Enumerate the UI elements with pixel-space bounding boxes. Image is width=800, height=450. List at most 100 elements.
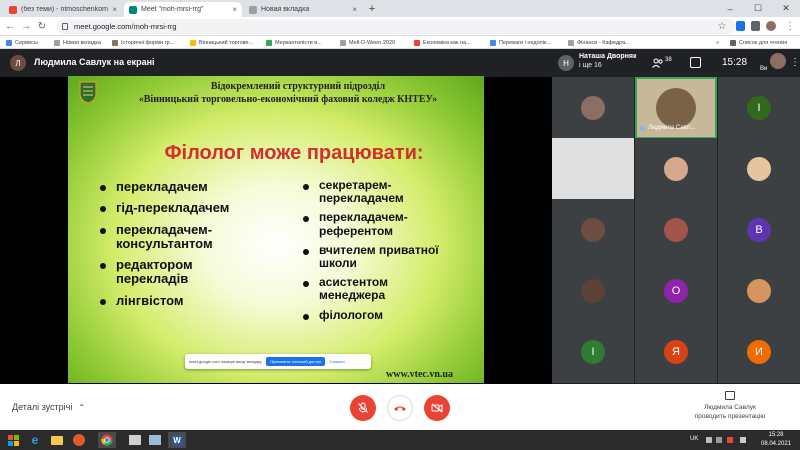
participant-tile[interactable] — [552, 199, 634, 261]
presenting-label: проводить презентацію — [694, 413, 766, 420]
meeting-details-button[interactable]: Деталі зустрічі ⌃ — [12, 402, 85, 412]
bookmark-item[interactable]: Переваги і недолік... — [490, 38, 562, 47]
participant-avatar: И — [747, 340, 771, 364]
profile-avatar[interactable] — [766, 21, 776, 31]
participant-tile[interactable] — [552, 260, 634, 322]
college-emblem — [79, 81, 97, 104]
address-bar: ← → ↻ meet.google.com/moh-mrsi-rrg ☆ ⋮ — [0, 17, 800, 36]
star-icon[interactable]: ☆ — [716, 20, 728, 32]
bookmark-item[interactable]: Mell-O-Ween 2020 — [340, 38, 410, 47]
list-item: філологом — [303, 308, 443, 322]
mic-off-button[interactable] — [350, 395, 376, 421]
hang-up-button[interactable] — [387, 395, 413, 421]
gmail-icon — [9, 5, 17, 14]
new-tab-button[interactable]: + — [366, 3, 378, 15]
list-item: секретарем-перекладачем — [303, 178, 443, 205]
battery-icon[interactable] — [716, 437, 722, 443]
participant-grid: Людмила Савл... І В О І Я И — [552, 77, 800, 384]
bookmark-item[interactable]: Історичні форми гр... — [112, 38, 184, 47]
bookmark-item[interactable]: Меркантилісти и... — [266, 38, 334, 47]
windows-start-icon[interactable] — [4, 432, 22, 448]
hide-button[interactable]: Сховати — [329, 359, 344, 364]
bookmark-item[interactable]: Вінницький торгове... — [190, 38, 262, 47]
pinned-more: і ще 16 — [579, 62, 602, 69]
participant-tile[interactable] — [718, 138, 800, 200]
participant-tile[interactable]: В — [718, 199, 800, 261]
page-icon — [266, 39, 272, 46]
chat-icon[interactable] — [690, 57, 701, 68]
participant-avatar — [664, 157, 688, 181]
meet-icon — [129, 5, 137, 14]
tab-strip: (без теми) - ntmoschenkom@g × Meet "moh-… — [0, 0, 800, 17]
reading-list[interactable]: Список для чтения — [730, 38, 798, 47]
slide-url: www.vtec.vn.ua — [386, 369, 453, 380]
participant-tile[interactable]: Людмила Савл... — [635, 77, 717, 139]
participant-tile[interactable] — [635, 138, 717, 200]
app-icon[interactable] — [126, 432, 144, 448]
meet-bottom-bar: Деталі зустрічі ⌃ Людмила Савлук проводи… — [0, 384, 800, 430]
people-icon — [652, 58, 663, 68]
present-icon[interactable] — [725, 391, 735, 400]
participant-tile[interactable]: І — [718, 77, 800, 139]
extension-icon[interactable] — [751, 21, 760, 31]
more-options-icon[interactable]: ⋮ — [790, 57, 800, 68]
participant-avatar — [581, 157, 605, 181]
list-item: перекладачем-консультантом — [100, 222, 250, 252]
extension-icon[interactable] — [736, 21, 745, 31]
more-bookmarks-button[interactable]: » — [716, 38, 726, 47]
new-tab-favicon — [249, 5, 257, 14]
participant-tile[interactable]: О — [635, 260, 717, 322]
clock-time[interactable]: 15:28 — [754, 432, 798, 438]
reload-icon[interactable]: ↻ — [36, 20, 48, 32]
page-icon — [568, 39, 574, 46]
participant-tile[interactable]: І — [552, 321, 634, 383]
participant-tile[interactable] — [718, 260, 800, 322]
tab-meet[interactable]: Meet "moh-mrsi-rrg" × — [124, 2, 242, 17]
lock-icon[interactable] — [62, 23, 68, 30]
tab-gmail[interactable]: (без теми) - ntmoschenkom@g × — [4, 2, 122, 17]
notification-flag-icon[interactable] — [727, 437, 733, 443]
file-explorer-icon[interactable] — [48, 432, 66, 448]
volume-icon[interactable] — [740, 437, 746, 443]
stop-sharing-button[interactable]: Припинити спільний доступ — [266, 357, 326, 366]
participant-tile[interactable]: И — [718, 321, 800, 383]
participant-avatar — [581, 279, 605, 303]
close-tab-icon[interactable]: × — [352, 5, 357, 14]
media-player-icon[interactable] — [70, 432, 88, 448]
chrome-icon[interactable] — [98, 432, 116, 448]
language-indicator[interactable]: UK — [690, 436, 698, 442]
maximize-button[interactable]: ☐ — [744, 0, 772, 17]
participants-button[interactable]: 38 — [652, 55, 676, 71]
participant-tile[interactable] — [552, 138, 634, 200]
page-icon — [340, 39, 346, 46]
bookmark-item[interactable]: Новая вкладка — [54, 38, 110, 47]
participant-tile[interactable] — [552, 77, 634, 139]
bookmark-item[interactable]: Економіка как на... — [414, 38, 484, 47]
tab-new[interactable]: Новая вкладка × — [244, 2, 362, 17]
close-tab-icon[interactable]: × — [232, 5, 237, 14]
participant-tile[interactable]: Я — [635, 321, 717, 383]
list-item: перекладачем — [100, 179, 250, 194]
right-bullet-list: секретарем-перекладачем перекладачем-реф… — [303, 178, 443, 322]
pinned-avatar: Н — [558, 55, 574, 71]
internet-explorer-icon[interactable]: e — [26, 432, 44, 448]
back-icon[interactable]: ← — [4, 20, 16, 32]
word-icon[interactable]: W — [168, 432, 186, 448]
minimize-button[interactable]: – — [716, 0, 744, 17]
close-window-button[interactable]: ✕ — [772, 0, 800, 17]
close-tab-icon[interactable]: × — [112, 5, 117, 14]
participant-name: Людмила Савл... — [640, 125, 695, 131]
participant-avatar: О — [664, 279, 688, 303]
bookmark-item[interactable]: Сервисы — [6, 38, 58, 47]
bookmark-item[interactable]: Фінанси - Кафедра... — [568, 38, 640, 47]
clock-date[interactable]: 08.04.2021 — [754, 441, 798, 447]
url-field[interactable]: meet.google.com/moh-mrsi-rrg — [56, 19, 736, 34]
participant-avatar: І — [747, 96, 771, 120]
slide-header-2: «Вінницький торговельно-економічний фахо… — [138, 94, 438, 105]
participant-tile[interactable] — [635, 199, 717, 261]
forward-icon[interactable]: → — [20, 20, 32, 32]
menu-icon[interactable]: ⋮ — [784, 20, 796, 32]
network-icon[interactable] — [706, 437, 712, 443]
camera-off-button[interactable] — [424, 395, 450, 421]
app-icon[interactable] — [146, 432, 164, 448]
